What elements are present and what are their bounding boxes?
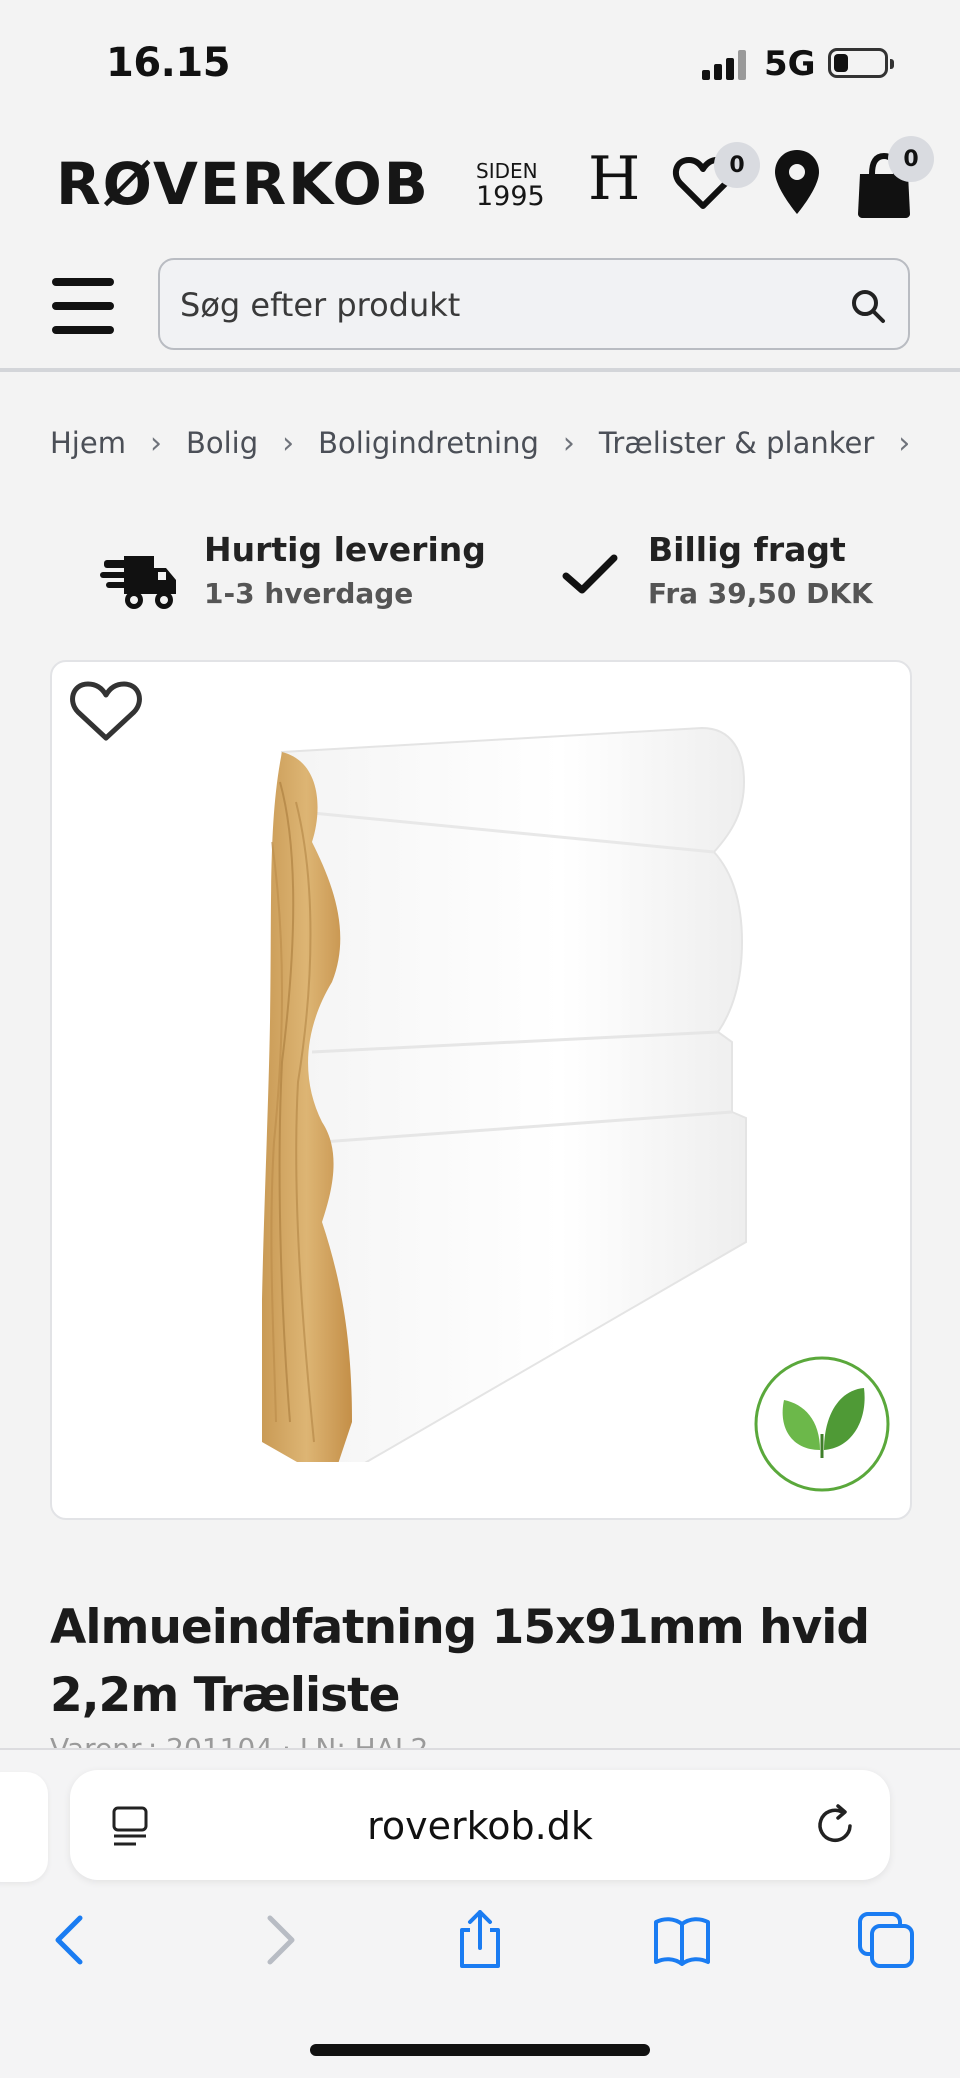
location-pin-icon: [775, 150, 819, 214]
bookmarks-icon[interactable]: [652, 1910, 712, 1970]
store-locator-button[interactable]: [772, 148, 822, 218]
chevron-right-icon: ›: [149, 425, 162, 461]
eco-leaf-badge: [754, 1356, 890, 1492]
cart-button[interactable]: 0: [852, 136, 934, 220]
breadcrumb: Hjem › Bolig › Boligindretning › Trælister & p…: [50, 424, 912, 474]
usp-freight-sub: Fra 39,50 DKK: [648, 577, 873, 610]
breadcrumb-boligindretning[interactable]: Boligindretning: [318, 426, 539, 460]
breadcrumb-traelister[interactable]: Trælister & planker: [599, 426, 874, 460]
url-text[interactable]: roverkob.dk: [70, 1804, 890, 1848]
chevron-right-icon: ›: [282, 425, 295, 461]
delivery-truck-icon: [100, 556, 176, 609]
chevron-right-icon: ›: [898, 425, 911, 461]
back-arrow-icon[interactable]: [42, 1910, 102, 1970]
h-brand-icon[interactable]: H: [588, 144, 640, 214]
previous-tab-preview[interactable]: [0, 1772, 48, 1882]
chevron-right-icon: ›: [562, 425, 575, 461]
reload-icon[interactable]: [812, 1802, 858, 1848]
browser-toolbar: roverkob.dk: [0, 1748, 960, 2078]
cart-count-badge: 0: [888, 136, 934, 182]
cellular-signal-icon: [702, 48, 752, 80]
header-divider: [0, 368, 960, 372]
breadcrumb-home[interactable]: Hjem: [50, 426, 126, 460]
tabs-icon[interactable]: [856, 1910, 916, 1970]
share-icon[interactable]: [450, 1910, 510, 1970]
product-image-card[interactable]: [50, 660, 912, 1520]
battery-icon: [828, 48, 894, 78]
site-logo[interactable]: RØVERKOB: [56, 150, 430, 218]
wishlist-button[interactable]: 0: [672, 142, 760, 214]
logo-since: SIDEN 1995: [476, 158, 545, 210]
network-type: 5G: [764, 44, 816, 84]
usp-freight: Billig fragt Fra 39,50 DKK: [648, 530, 873, 620]
usp-delivery: Hurtig levering 1-3 hverdage: [204, 530, 486, 620]
wishlist-count-badge: 0: [714, 142, 760, 188]
status-time: 16.15: [106, 40, 231, 86]
search-input[interactable]: [180, 282, 820, 328]
checkmark-icon: [562, 554, 618, 594]
menu-button[interactable]: [52, 278, 114, 334]
site-header: RØVERKOB SIDEN 1995 H 0 0: [0, 130, 960, 240]
breadcrumb-bolig[interactable]: Bolig: [186, 426, 258, 460]
product-title: Almueindfatning 15x91mm hvid 2,2m Trælis…: [50, 1600, 870, 1723]
search-bar[interactable]: [158, 258, 910, 350]
address-bar[interactable]: roverkob.dk: [70, 1770, 890, 1880]
usp-delivery-sub: 1-3 hverdage: [204, 577, 414, 610]
usp-freight-title: Billig fragt: [648, 530, 846, 569]
forward-arrow-icon[interactable]: [248, 1910, 308, 1970]
logo-since-year: 1995: [476, 181, 545, 212]
usp-delivery-title: Hurtig levering: [204, 530, 486, 569]
product-image: [262, 726, 747, 1462]
search-icon[interactable]: [848, 286, 888, 326]
home-indicator[interactable]: [310, 2044, 650, 2056]
status-bar: 16.15 5G: [0, 0, 960, 120]
favorite-heart-icon[interactable]: [68, 676, 144, 746]
